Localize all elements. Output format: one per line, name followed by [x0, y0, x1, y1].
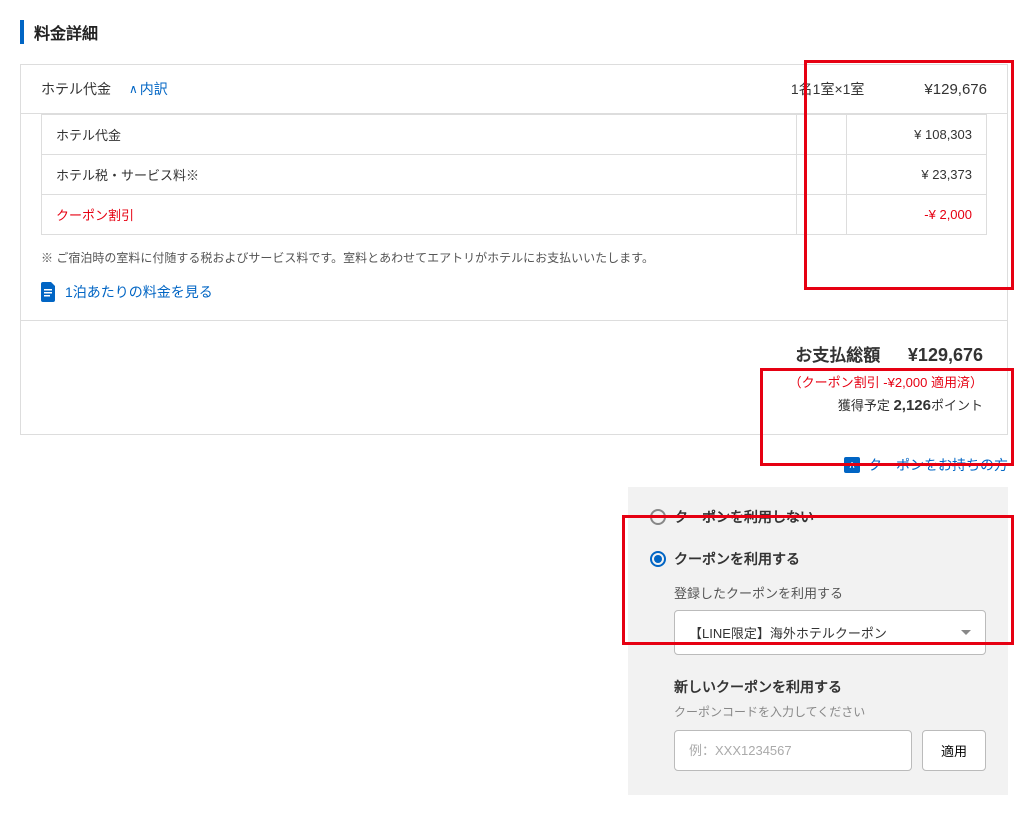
radio-use-coupon[interactable]: クーポンを利用する	[650, 549, 986, 569]
row-mid	[797, 115, 847, 155]
points-suffix: ポイント	[931, 398, 983, 413]
row-value: ¥ 108,303	[847, 115, 987, 155]
dropdown-value: 【LINE限定】海外ホテルクーポン	[689, 623, 887, 642]
header-total: ¥129,676	[924, 81, 987, 98]
chevron-up-icon: ∧	[129, 82, 138, 96]
row-value: ¥ 23,373	[847, 155, 987, 195]
row-label: ホテル代金	[42, 115, 797, 155]
coupon-holder-label: クーポンをお持ちの方	[868, 455, 1008, 475]
price-box: ホテル代金 ∧ 内訳 1名1室×1室 ¥129,676 ホテル代金 ¥ 108,…	[20, 64, 1008, 321]
total-amount: ¥129,676	[908, 345, 983, 365]
chevron-up-icon: ∧	[844, 457, 860, 473]
footnote: ※ ご宿泊時の室料に付随する税およびサービス料です。室料とあわせてエアトリがホテ…	[21, 235, 1007, 272]
coupon-code-input[interactable]	[674, 730, 912, 771]
row-mid	[797, 155, 847, 195]
coupon-panel: クーポンを利用しない クーポンを利用する 登録したクーポンを利用する 【LINE…	[628, 487, 1008, 795]
total-box: お支払総額 ¥129,676 （クーポン割引 -¥2,000 適用済） 獲得予定…	[20, 321, 1008, 435]
coupon-dropdown[interactable]: 【LINE限定】海外ホテルクーポン	[674, 610, 986, 655]
table-row: ホテル代金 ¥ 108,303	[42, 115, 987, 155]
coupon-holder-link[interactable]: ∧ クーポンをお持ちの方	[20, 455, 1008, 475]
section-title: 料金詳細	[20, 20, 1008, 44]
points-prefix: 獲得予定	[838, 398, 894, 413]
radio-icon	[650, 551, 666, 567]
row-value: -¥ 2,000	[847, 195, 987, 235]
apply-button[interactable]: 適用	[922, 730, 986, 771]
total-points: 獲得予定 2,126ポイント	[789, 395, 983, 414]
table-row: クーポン割引 -¥ 2,000	[42, 195, 987, 235]
radio-no-coupon[interactable]: クーポンを利用しない	[650, 507, 986, 527]
new-coupon-label: 新しいクーポンを利用する	[674, 677, 986, 697]
table-row: ホテル税・サービス料※ ¥ 23,373	[42, 155, 987, 195]
row-mid	[797, 195, 847, 235]
radio-yes-label: クーポンを利用する	[674, 549, 800, 569]
registered-coupon-label: 登録したクーポンを利用する	[674, 583, 986, 602]
total-label: お支払総額	[795, 346, 880, 365]
per-night-label: 1泊あたりの料金を見る	[65, 282, 213, 302]
room-spec: 1名1室×1室	[791, 79, 865, 99]
per-night-link[interactable]: 1泊あたりの料金を見る	[21, 272, 1007, 320]
breakdown-table: ホテル代金 ¥ 108,303 ホテル税・サービス料※ ¥ 23,373 クーポ…	[41, 114, 987, 235]
hotel-fee-label: ホテル代金	[41, 79, 111, 99]
breakdown-toggle[interactable]: ∧ 内訳	[129, 79, 168, 99]
points-value: 2,126	[893, 397, 931, 414]
caret-down-icon	[961, 630, 971, 635]
total-applied: （クーポン割引 -¥2,000 適用済）	[789, 372, 983, 391]
row-label: ホテル税・サービス料※	[42, 155, 797, 195]
new-coupon-helper: クーポンコードを入力してください	[674, 703, 986, 720]
breakdown-toggle-label: 内訳	[140, 79, 168, 99]
radio-icon	[650, 509, 666, 525]
price-header: ホテル代金 ∧ 内訳 1名1室×1室 ¥129,676	[21, 65, 1007, 114]
radio-no-label: クーポンを利用しない	[674, 507, 814, 527]
row-label: クーポン割引	[42, 195, 797, 235]
document-icon	[41, 282, 57, 302]
